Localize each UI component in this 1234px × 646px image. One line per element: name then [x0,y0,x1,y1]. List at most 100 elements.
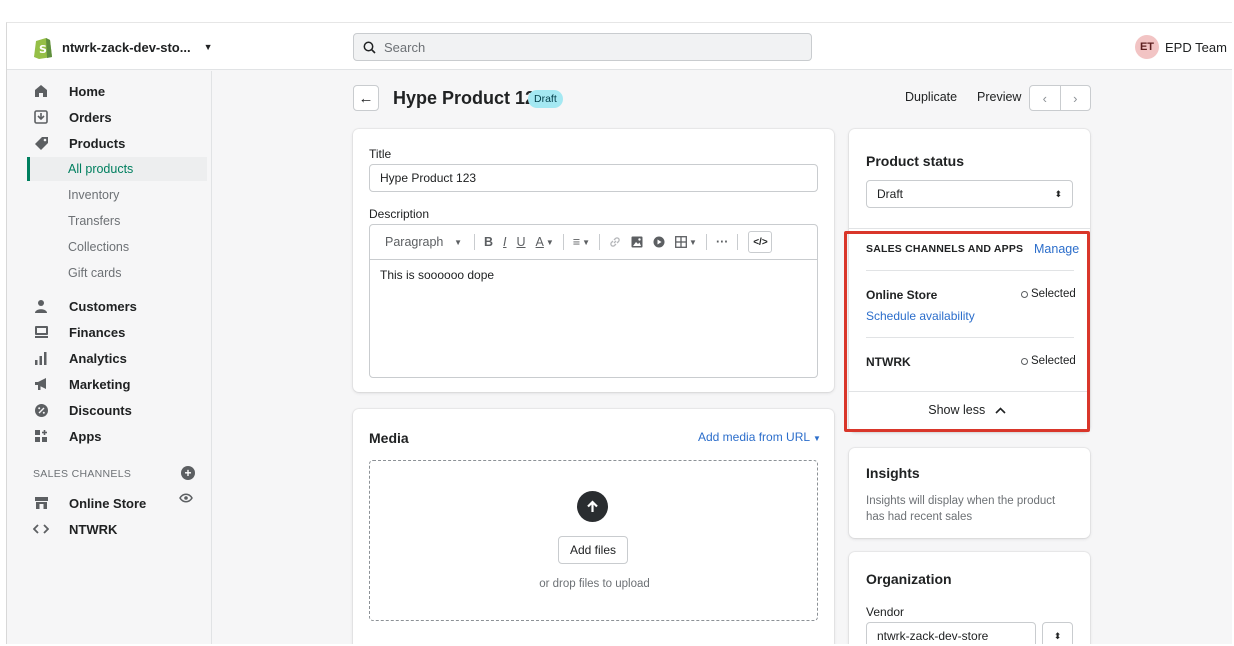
sidebar-item-discounts[interactable]: Discounts [7,398,207,422]
more-icon[interactable]: ··· [711,232,734,252]
sidebar-subitem-all-products[interactable]: All products [27,157,207,181]
status-circle-icon [1021,357,1028,365]
schedule-availability-link[interactable]: Schedule availability [866,309,975,323]
status-select-value: Draft [877,187,904,201]
sidebar-item-home[interactable]: Home [7,79,207,103]
duplicate-button[interactable]: Duplicate [905,90,957,104]
sidebar-item-label: Orders [69,109,112,125]
sidebar-subitem-transfers[interactable]: Transfers [27,209,207,233]
channel-name-online-store: Online Store [866,288,938,302]
back-button[interactable]: ← [353,85,379,111]
sidebar-item-label: Online Store [69,495,147,511]
user-menu[interactable]: ET EPD Team [1135,35,1227,59]
channel-status-online-store: Selected [1021,288,1076,300]
status-select[interactable]: Draft ⬍ [866,180,1073,208]
channel-status-text: Selected [1031,355,1076,367]
caret-down-icon: ▼ [812,434,821,443]
vendor-label: Vendor [866,605,905,619]
video-icon[interactable] [648,232,670,252]
description-label: Description [369,207,430,221]
sidebar-item-finances[interactable]: Finances [7,320,207,344]
select-arrows-icon: ⬍ [1053,630,1062,641]
insights-text-line: has had recent sales [866,511,973,523]
toolbar-divider [737,234,739,250]
shopify-logo-icon: S [34,37,52,59]
align-icon[interactable]: ≡ ▼ [568,232,595,252]
search-bar[interactable] [353,33,812,61]
insights-card: Insights Insights will display when the … [849,448,1090,538]
sidebar-item-label: Products [69,135,126,151]
orders-icon [33,109,49,125]
description-text[interactable]: This is soooooo dope [370,260,817,290]
image-icon[interactable] [626,232,648,252]
sidebar-subitem-collections[interactable]: Collections [27,235,207,259]
italic-icon[interactable]: I [498,232,511,252]
top-bar: S ntwrk-zack-dev-sto... ▼ ET EPD Team [7,23,1232,70]
text-color-icon[interactable]: A ▼ [531,232,559,252]
channel-status-text: Selected [1031,288,1076,300]
divider [849,228,1090,229]
upload-arrow-icon [577,491,608,522]
format-select[interactable]: Paragraph ▼ [380,232,470,252]
sidebar-item-label: Apps [69,428,102,444]
eye-icon[interactable] [179,493,193,503]
vendor-input[interactable] [866,622,1036,644]
search-icon [363,41,376,54]
add-media-url-link[interactable]: Add media from URL ▼ [698,430,821,444]
svg-text:S: S [39,43,47,56]
organization-title: Organization [866,571,952,587]
search-input[interactable] [384,39,804,55]
sales-channels-heading: SALES CHANNELS AND APPS [866,243,1024,255]
sidebar-subitem-gift-cards[interactable]: Gift cards [27,261,207,285]
pagination: ‹ › [1029,85,1091,111]
sidebar-item-label: Finances [69,324,126,340]
insights-title: Insights [866,465,920,481]
sidebar-item-marketing[interactable]: Marketing [7,372,207,396]
sidebar-item-label: Discounts [69,402,132,418]
sidebar-item-online-store[interactable]: Online Store [7,491,207,515]
editor-toolbar: Paragraph ▼ B I U A ▼ ≡ ▼ ▼ ··· </> [370,225,817,260]
sidebar-item-analytics[interactable]: Analytics [7,346,207,370]
store-switcher[interactable]: S ntwrk-zack-dev-sto... ▼ [33,34,213,60]
format-select-value: Paragraph [385,235,444,249]
chevron-left-icon[interactable]: ‹ [1030,86,1061,110]
sidebar-item-label: Analytics [69,350,127,366]
code-view-icon[interactable]: </> [748,231,773,253]
toolbar-divider [599,234,601,250]
toolbar-divider [562,234,564,250]
sales-channels-label: SALES CHANNELS [33,468,132,480]
toolbar-divider [474,234,475,250]
link-icon[interactable] [604,232,626,252]
add-files-button[interactable]: Add files [558,536,628,564]
tag-icon [33,135,49,151]
manage-channels-link[interactable]: Manage [1034,242,1079,256]
title-label: Title [369,147,392,161]
status-circle-icon [1021,290,1028,298]
table-icon[interactable]: ▼ [670,232,702,252]
chevron-right-icon[interactable]: › [1061,86,1091,110]
underline-icon[interactable]: U [512,232,531,252]
title-input[interactable] [369,164,818,192]
sidebar-subitem-inventory[interactable]: Inventory [27,183,207,207]
sidebar-item-label: NTWRK [69,521,118,537]
toolbar-divider [705,234,707,250]
add-channel-icon[interactable]: + [181,466,195,480]
page-title: Hype Product 123 [393,88,546,108]
sidebar-item-customers[interactable]: Customers [7,294,207,318]
sidebar-item-products[interactable]: Products [7,131,207,155]
preview-button[interactable]: Preview [977,90,1021,104]
channel-name-ntwrk: NTWRK [866,355,911,369]
sidebar-item-label: Home [69,83,106,99]
show-less-button[interactable]: Show less [844,403,1090,417]
bold-icon[interactable]: B [479,232,498,252]
drop-hint: or drop files to upload [539,578,650,590]
person-icon [33,298,49,314]
sidebar-item-apps[interactable]: Apps [7,424,207,448]
chevron-up-icon [995,407,1006,414]
vendor-select-button[interactable]: ⬍ [1042,622,1073,644]
caret-down-icon: ▼ [454,237,462,247]
file-dropzone[interactable]: Add files or drop files to upload [369,460,818,621]
sidebar-item-ntwrk[interactable]: NTWRK [7,517,207,541]
sidebar-item-label: Customers [69,298,137,314]
sidebar-item-orders[interactable]: Orders [7,105,207,129]
